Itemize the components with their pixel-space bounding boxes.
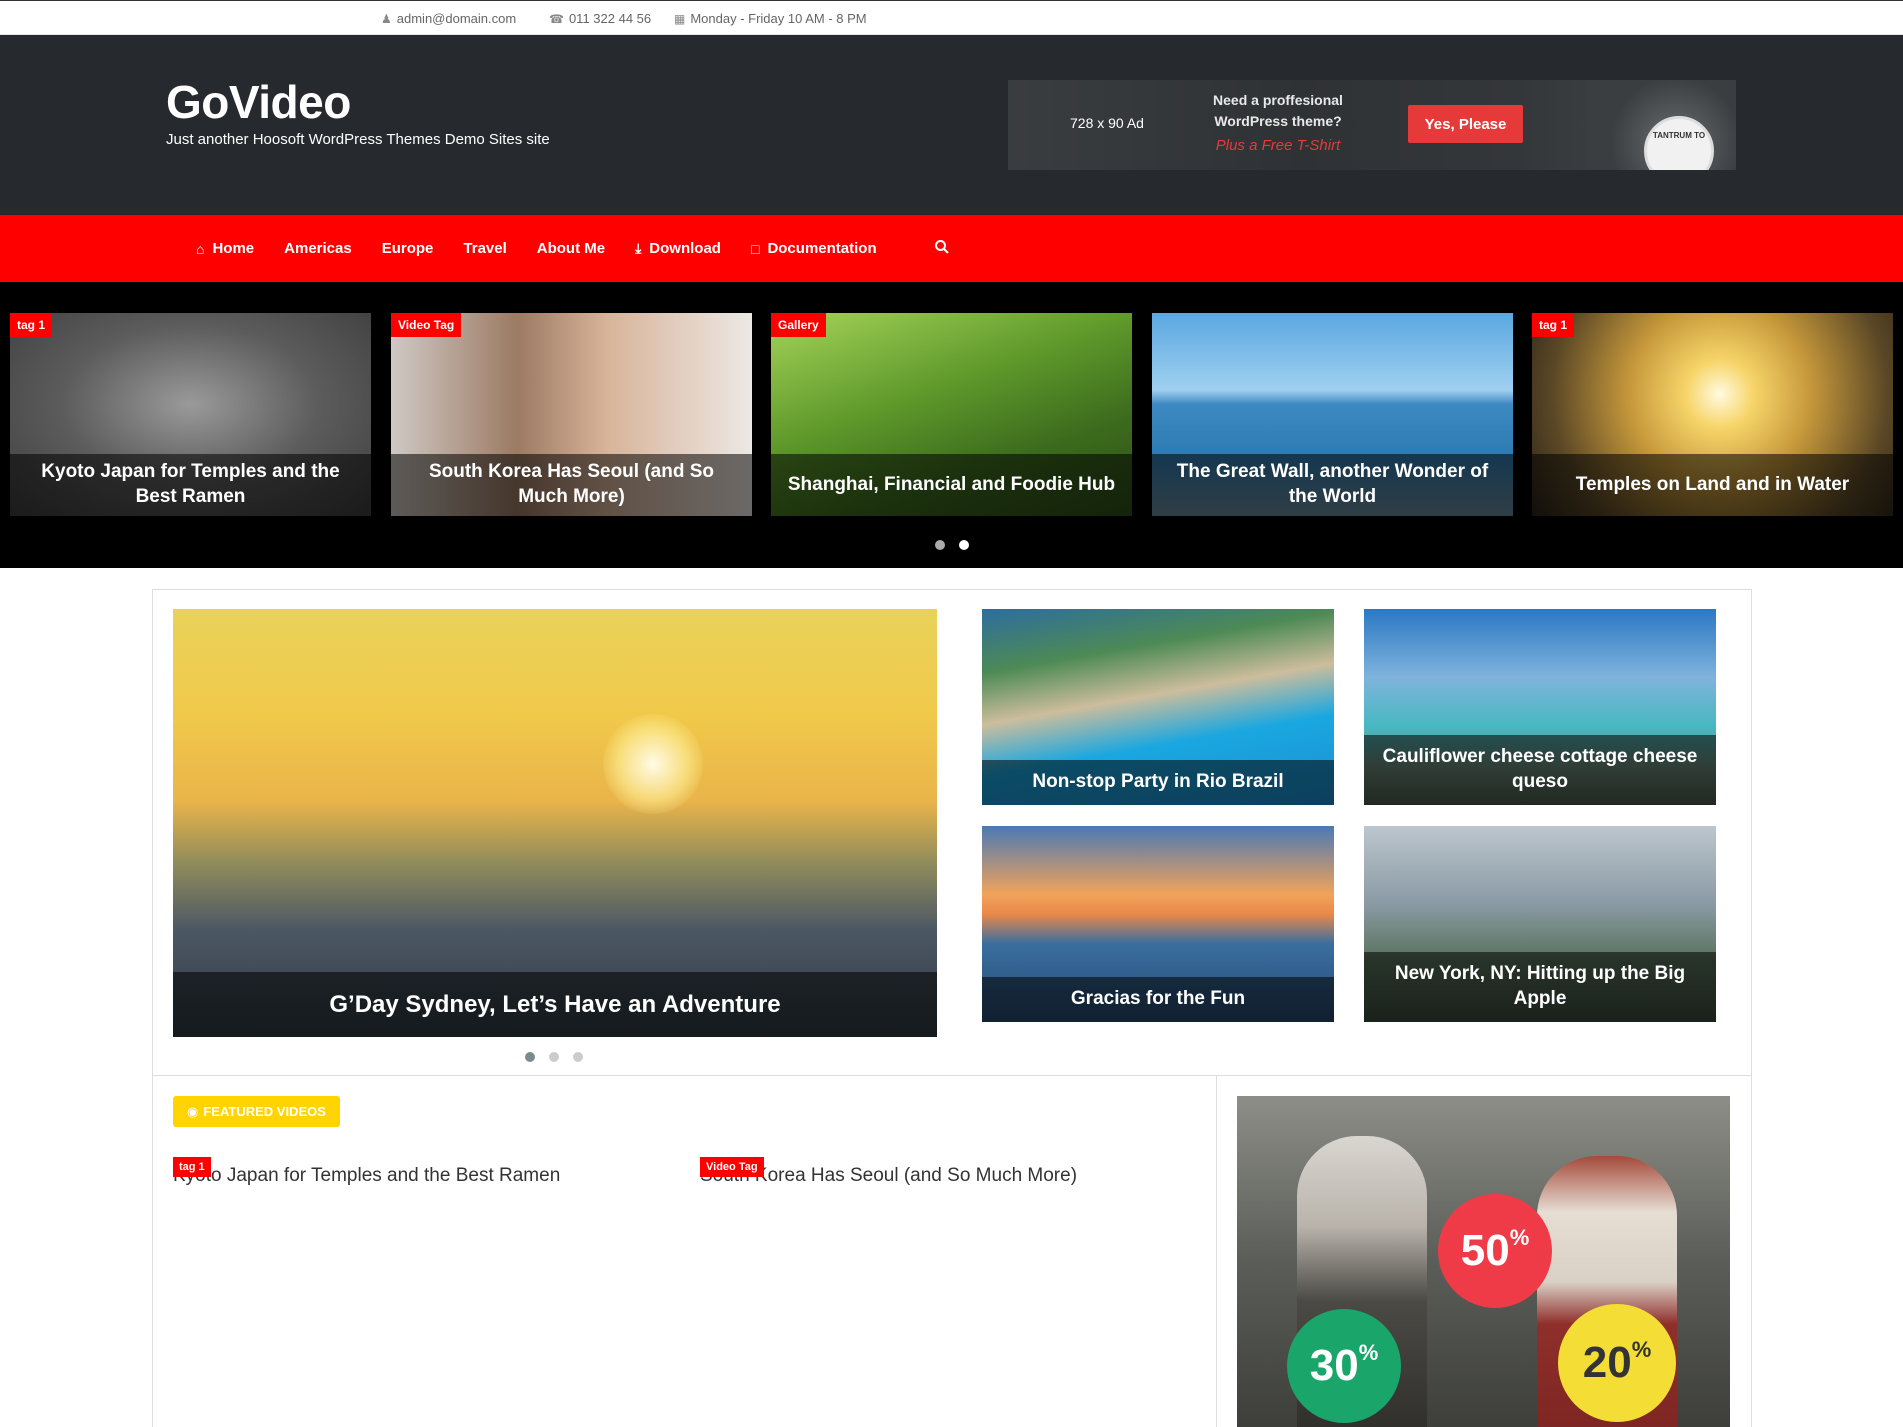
percent-sign: % (1358, 1339, 1379, 1365)
post-tag[interactable]: Video Tag (700, 1157, 764, 1177)
discount-20-badge: 20% (1558, 1304, 1676, 1422)
column-divider (1216, 1076, 1217, 1427)
slider-card[interactable]: The Great Wall, another Wonder of the Wo… (1152, 313, 1513, 516)
hero-pagination (525, 1052, 583, 1062)
site-title[interactable]: GoVideo (166, 75, 351, 129)
nav-label: Download (649, 240, 721, 257)
post-title[interactable]: The Great Wall, another Wonder of the Wo… (1152, 454, 1513, 516)
featured-video-card[interactable]: Video Tag South Korea Has Seoul (and So … (700, 1157, 1197, 1427)
grid-post[interactable]: Non-stop Party in Rio Brazil (982, 609, 1334, 805)
nav-label: Travel (463, 240, 507, 257)
slider-card[interactable]: Gallery Shanghai, Financial and Foodie H… (771, 313, 1132, 516)
slider-card[interactable]: tag 1 Kyoto Japan for Temples and the Be… (10, 313, 371, 516)
calendar-icon: ▦ (674, 11, 686, 26)
nav-label: Americas (284, 240, 352, 257)
home-icon: ⌂ (196, 240, 205, 257)
featured-videos-badge: ◉ FEATURED VIDEOS (173, 1096, 340, 1127)
tshirt-image: TANTRUM TO (1586, 80, 1736, 170)
ad-question: Need a proffesional WordPress theme? (1213, 92, 1343, 129)
download-icon: ⤓ (635, 240, 642, 256)
ad-offer: Plus a Free T-Shirt (1215, 137, 1341, 154)
nav-label: Documentation (767, 240, 877, 257)
percent-sign: % (1509, 1224, 1530, 1250)
nav-item-documentation[interactable]: □ Documentation (751, 240, 877, 257)
post-title[interactable]: South Korea Has Seoul (and So Much More) (391, 454, 752, 516)
discount-50-badge: 50% (1438, 1194, 1552, 1308)
post-tag[interactable]: Video Tag (391, 313, 462, 337)
grid-post[interactable]: New York, NY: Hitting up the Big Apple (1364, 826, 1716, 1022)
featured-video-card[interactable]: tag 1 Kyoto Japan for Temples and the Be… (173, 1157, 670, 1427)
hero-title[interactable]: G’Day Sydney, Let’s Have an Adventure (173, 972, 937, 1037)
post-title[interactable]: Cauliflower cheese cottage cheese queso (1364, 735, 1716, 805)
hours-info: ▦ Monday - Friday 10 AM - 8 PM (674, 11, 867, 26)
sidebar-sale-banner[interactable]: 50% 30% 20% (1237, 1096, 1730, 1427)
hours-text: Monday - Friday 10 AM - 8 PM (690, 11, 867, 26)
nav-item-download[interactable]: ⤓ Download (635, 240, 721, 257)
discount-value: 20 (1582, 1338, 1632, 1387)
site-header: GoVideo Just another Hoosoft WordPress T… (0, 35, 1903, 215)
section-divider (152, 1075, 1752, 1076)
grid-post[interactable]: Gracias for the Fun (982, 826, 1334, 1022)
slider-dot-2[interactable] (959, 540, 969, 550)
post-title[interactable]: Temples on Land and in Water (1532, 454, 1893, 516)
ad-cta-button[interactable]: Yes, Please (1408, 105, 1523, 143)
search-icon[interactable] (934, 239, 950, 255)
video-title[interactable]: Kyoto Japan for Temples and the Best Ram… (173, 1157, 670, 1207)
nav-item-home[interactable]: ⌂ Home (196, 240, 254, 257)
email-info[interactable]: ♟ admin@domain.com (381, 11, 516, 26)
document-icon: □ (750, 240, 760, 257)
nav-label: About Me (536, 240, 606, 257)
top-post-slider: tag 1 Kyoto Japan for Temples and the Be… (0, 282, 1903, 568)
hero-post[interactable]: G’Day Sydney, Let’s Have an Adventure (173, 609, 937, 1037)
grid-post[interactable]: Cauliflower cheese cottage cheese queso (1364, 609, 1716, 805)
tshirt-logo: TANTRUM TO (1644, 116, 1714, 170)
tshirt-logo-text: TANTRUM TO (1652, 131, 1706, 140)
phone-icon: ☎ (549, 11, 564, 26)
play-circle-icon: ◉ (187, 1103, 199, 1119)
hero-dot-3[interactable] (573, 1052, 583, 1062)
nav-label: Home (212, 240, 255, 257)
phone-info[interactable]: ☎ 011 322 44 56 (549, 11, 651, 26)
ad-size-label: 728 x 90 Ad (1070, 115, 1144, 131)
slider-card[interactable]: Video Tag South Korea Has Seoul (and So … (391, 313, 752, 516)
site-description: Just another Hoosoft WordPress Themes De… (166, 131, 550, 148)
post-title[interactable]: Kyoto Japan for Temples and the Best Ram… (10, 454, 371, 516)
nav-item-americas[interactable]: Americas (284, 240, 352, 257)
percent-sign: % (1631, 1336, 1652, 1362)
discount-value: 30 (1309, 1341, 1359, 1390)
video-title[interactable]: South Korea Has Seoul (and So Much More) (700, 1157, 1197, 1207)
user-icon: ♟ (381, 11, 392, 26)
hero-dot-2[interactable] (549, 1052, 559, 1062)
email-text: admin@domain.com (396, 11, 517, 26)
phone-text: 011 322 44 56 (568, 11, 652, 26)
main-navigation: ⌂ Home Americas Europe Travel About Me ⤓… (0, 215, 1903, 282)
nav-item-travel[interactable]: Travel (463, 240, 506, 257)
discount-30-badge: 30% (1287, 1309, 1401, 1423)
post-title[interactable]: Non-stop Party in Rio Brazil (982, 760, 1334, 805)
slider-pagination (935, 540, 969, 550)
slider-card[interactable]: tag 1 Temples on Land and in Water (1532, 313, 1893, 516)
post-tag[interactable]: tag 1 (10, 313, 53, 337)
post-tag[interactable]: tag 1 (173, 1157, 211, 1177)
post-title[interactable]: Shanghai, Financial and Foodie Hub (771, 454, 1132, 516)
header-ad-banner[interactable]: 728 x 90 Ad Need a proffesional WordPres… (1008, 80, 1736, 170)
sun-glow (603, 714, 703, 814)
post-tag[interactable]: tag 1 (1532, 313, 1575, 337)
featured-badge-label: FEATURED VIDEOS (203, 1104, 326, 1119)
slider-dot-1[interactable] (935, 540, 945, 550)
post-title[interactable]: Gracias for the Fun (982, 977, 1334, 1022)
discount-value: 50 (1460, 1226, 1510, 1275)
hero-dot-1[interactable] (525, 1052, 535, 1062)
post-tag[interactable]: Gallery (771, 313, 826, 337)
nav-item-about-me[interactable]: About Me (537, 240, 605, 257)
post-title[interactable]: New York, NY: Hitting up the Big Apple (1364, 952, 1716, 1022)
nav-label: Europe (381, 240, 434, 257)
top-info-bar: ♟ admin@domain.com ☎ 011 322 44 56 ▦ Mon… (0, 0, 1903, 35)
nav-item-europe[interactable]: Europe (382, 240, 434, 257)
